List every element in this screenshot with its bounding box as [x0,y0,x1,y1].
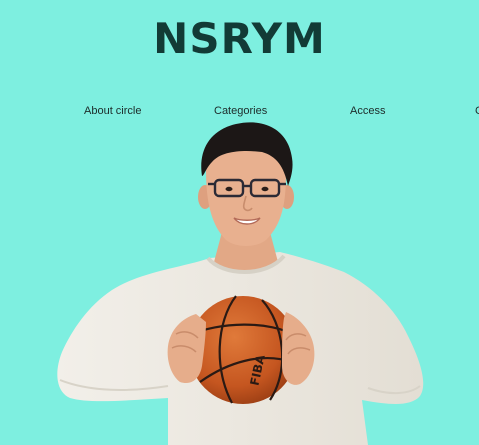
nav-item-categories[interactable]: Categories [214,103,267,119]
nav-item-cut-off[interactable]: C [475,103,479,119]
hero-photo: FIBA [57,122,424,445]
site-title[interactable]: NSRYM [0,14,479,64]
nav-item-access[interactable]: Access [350,103,385,119]
nav-item-about-circle[interactable]: About circle [84,103,141,119]
basketball: FIBA [189,295,297,404]
